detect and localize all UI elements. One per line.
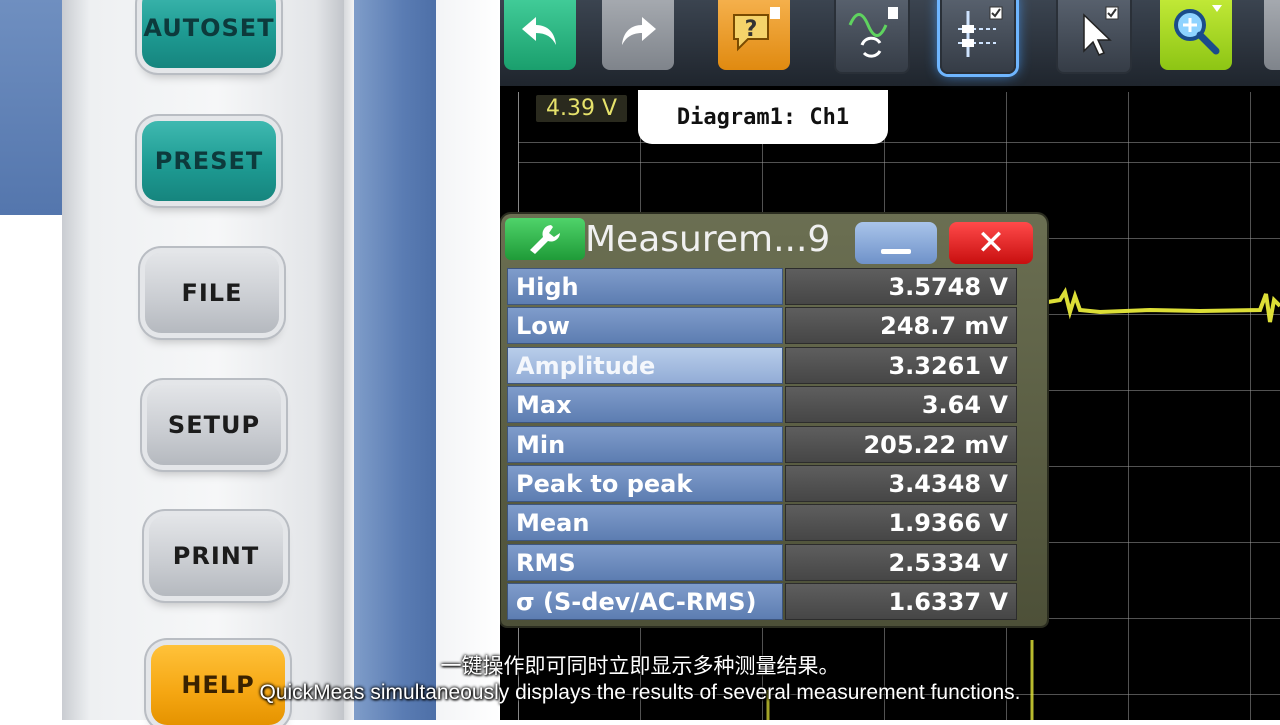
- measurement-value: 248.7 mV: [785, 307, 1017, 345]
- measurement-row: Max 3.64 V: [507, 386, 1019, 424]
- close-icon: ✕: [976, 223, 1006, 263]
- measurement-value: 3.3261 V: [785, 346, 1017, 384]
- measurement-label[interactable]: Mean: [507, 504, 783, 542]
- measurement-row: σ (S-dev/AC-RMS) 1.6337 V: [507, 583, 1019, 621]
- measurement-value: 3.5748 V: [785, 268, 1017, 305]
- measurement-label[interactable]: σ (S-dev/AC-RMS): [507, 583, 783, 621]
- measurement-value: 2.5334 V: [785, 543, 1017, 581]
- wrench-icon: [530, 225, 560, 254]
- oscilloscope-screen: ? 4.39 V Diagram1: Ch1 Measurem...9 ✕ Hi…: [500, 0, 1280, 720]
- measurement-row: Amplitude 3.3261 V: [507, 346, 1019, 384]
- autoset-button[interactable]: AUTOSET: [142, 0, 276, 68]
- measurement-label[interactable]: Max: [507, 386, 783, 424]
- measurement-label[interactable]: Min: [507, 425, 783, 463]
- close-button[interactable]: ✕: [949, 222, 1033, 264]
- subtitle-english: QuickMeas simultaneously displays the re…: [259, 681, 1021, 704]
- diagram-tab[interactable]: Diagram1: Ch1: [638, 90, 888, 144]
- measurement-label[interactable]: Low: [507, 307, 783, 345]
- panel-edge: [344, 0, 354, 720]
- measurement-label[interactable]: Peak to peak: [507, 464, 783, 502]
- front-panel: [62, 0, 346, 720]
- measurement-row: High 3.5748 V: [507, 268, 1019, 305]
- subtitle-chinese: 一键操作即可同时立即显示多种测量结果。: [440, 654, 840, 678]
- measurement-label-selected[interactable]: Amplitude: [507, 346, 783, 384]
- measurement-window: Measurem...9 ✕ High 3.5748 V Low 248.7 m…: [501, 214, 1047, 626]
- setup-button[interactable]: SETUP: [147, 385, 281, 465]
- measurement-row: Low 248.7 mV: [507, 307, 1019, 345]
- measurement-row: Mean 1.9366 V: [507, 504, 1019, 542]
- screen-bezel-inner: [436, 0, 500, 720]
- measurement-row: Peak to peak 3.4348 V: [507, 464, 1019, 502]
- measurement-value: 1.6337 V: [785, 583, 1017, 621]
- measurement-label[interactable]: RMS: [507, 543, 783, 581]
- preset-button[interactable]: PRESET: [142, 121, 276, 201]
- measurement-row: Min 205.22 mV: [507, 425, 1019, 463]
- measurement-value: 3.64 V: [785, 386, 1017, 424]
- measurement-value: 205.22 mV: [785, 425, 1017, 463]
- measurement-value: 3.4348 V: [785, 464, 1017, 502]
- minimize-icon: [881, 249, 911, 254]
- print-button[interactable]: PRINT: [149, 516, 283, 596]
- measurement-table: High 3.5748 V Low 248.7 mV Amplitude 3.3…: [507, 268, 1019, 623]
- measurement-title: Measurem...9: [585, 219, 831, 260]
- measurement-label[interactable]: High: [507, 268, 783, 305]
- measurement-row: RMS 2.5334 V: [507, 543, 1019, 581]
- trigger-level-label: 4.39 V: [536, 95, 628, 122]
- settings-button[interactable]: [505, 218, 585, 260]
- measurement-value: 1.9366 V: [785, 504, 1017, 542]
- screen-bezel: [354, 0, 436, 720]
- minimize-button[interactable]: [855, 222, 937, 264]
- file-button[interactable]: FILE: [145, 253, 279, 333]
